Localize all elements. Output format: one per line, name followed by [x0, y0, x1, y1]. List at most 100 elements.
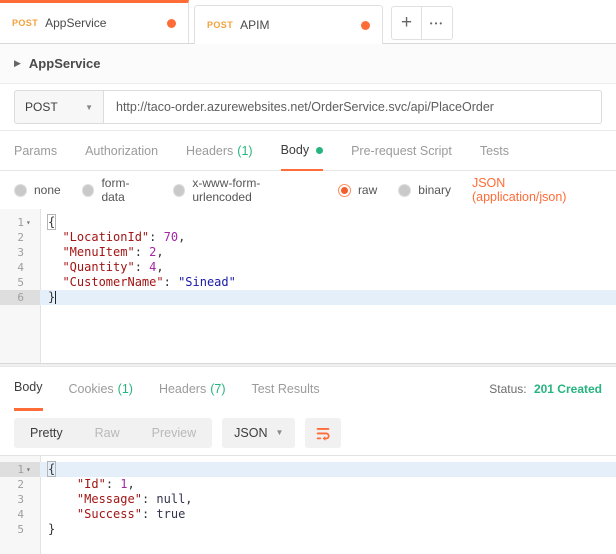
fold-toggle-icon[interactable]: ▾ [26, 215, 35, 230]
tab-params[interactable]: Params [14, 131, 57, 171]
collection-header[interactable]: ▶ AppService [0, 44, 616, 84]
method-select[interactable]: POST ▼ [14, 90, 104, 124]
code-token: null [156, 492, 186, 506]
radio-icon [172, 183, 186, 197]
request-body-editor[interactable]: 1▾{2▾ "LocationId": 70,3▾ "MenuItem": 2,… [0, 209, 616, 363]
code-text: } [40, 290, 616, 305]
code-token: "Success" [76, 507, 142, 521]
line-number: 2 [17, 478, 24, 491]
code-token: } [48, 522, 56, 536]
url-input[interactable] [104, 90, 602, 124]
response-status: Status: 201 Created [489, 382, 602, 396]
code-line: 3▾ "MenuItem": 2, [0, 245, 616, 260]
code-token: "Quantity" [62, 260, 135, 274]
code-token: : [134, 245, 150, 259]
unsaved-dot-icon [361, 20, 370, 30]
tab-method-label: POST [207, 20, 234, 30]
tab-options-icon[interactable]: ••• [422, 7, 452, 39]
tab-title: APIM [240, 18, 270, 32]
code-token: "Message" [76, 492, 142, 506]
tab-authorization[interactable]: Authorization [85, 131, 158, 171]
code-text: "MenuItem": 2, [40, 245, 616, 260]
tab-label: Authorization [85, 144, 159, 158]
tab-body[interactable]: Body [14, 367, 43, 411]
code-line: 1 ▾ { [0, 461, 616, 477]
radio-icon [81, 183, 95, 197]
body-mode-label: x-www-form-urlencoded [192, 176, 261, 204]
line-number: 5 [17, 523, 24, 536]
body-has-content-dot-icon [316, 146, 324, 154]
body-mode-label: binary [418, 183, 451, 197]
collapse-caret-icon[interactable]: ▶ [14, 58, 21, 69]
code-token: { [46, 461, 57, 477]
code-text: } [40, 522, 616, 537]
code-text: "CustomerName": "Sinead" [40, 275, 616, 290]
code-text: "Id": 1, [40, 477, 616, 492]
tab-headers[interactable]: Headers (1) [186, 131, 253, 171]
line-number: 5 [17, 276, 24, 289]
body-mode-binary[interactable]: binary [398, 183, 451, 197]
line-number: 4 [17, 261, 24, 274]
wrap-text-icon [317, 428, 330, 441]
code-token: "MenuItem" [62, 245, 135, 259]
tab-cookies[interactable]: Cookies (1) [69, 367, 133, 411]
tab-headers[interactable]: Headers (7) [159, 367, 226, 411]
tab-label: Tests [479, 144, 509, 158]
tab-count-badge: (7) [210, 381, 226, 396]
tab-pre-request-script[interactable]: Pre-request Script [351, 131, 452, 171]
view-mode-raw[interactable]: Raw [79, 418, 136, 448]
tab-label: Pre-request Script [351, 144, 452, 158]
response-header: Body Cookies (1) Headers (7) Test Results Sta… [0, 367, 616, 411]
code-token: , [185, 492, 193, 506]
text-cursor [55, 291, 57, 304]
view-mode-preview[interactable]: Preview [136, 418, 212, 448]
code-token: , [156, 260, 164, 274]
tab-label: Cookies [68, 381, 114, 396]
unsaved-dot-icon [167, 18, 176, 28]
line-gutter: 5▾ [0, 522, 40, 537]
code-token: : [141, 507, 157, 521]
body-mode-x-www-form-urlencoded[interactable]: x-www-form-urlencoded [172, 176, 317, 204]
line-gutter: 6▾ [0, 290, 40, 305]
view-mode-group: Pretty Raw Preview [14, 418, 213, 448]
response-body-viewer[interactable]: 1▾{2▾ "Id": 1,3▾ "Message": null,4▾ "Suc… [0, 456, 616, 554]
code-line: 2▾ "Id": 1, [0, 477, 616, 492]
line-number: 1 [17, 463, 24, 476]
line-number: 3 [17, 493, 24, 506]
tab-test-results[interactable]: Test Results [251, 367, 319, 411]
content-type-select[interactable]: JSON (application/json) [472, 176, 602, 204]
tab-title: AppService [45, 16, 107, 30]
request-url-row: POST ▼ [0, 84, 616, 131]
code-line: 1 ▾ { [0, 214, 616, 230]
code-text: "Success": true [40, 507, 616, 522]
tab-body[interactable]: Body [280, 131, 324, 171]
code-line: 4▾ "Quantity": 4, [0, 260, 616, 275]
line-gutter: 4▾ [0, 260, 40, 275]
tab-tests[interactable]: Tests [480, 131, 509, 171]
response-language-select[interactable]: JSON ▼ [222, 418, 296, 448]
code-token: : [105, 477, 121, 491]
body-mode-raw[interactable]: raw [337, 183, 377, 197]
tab-label: Test Results [251, 381, 320, 396]
code-token: true [156, 507, 186, 521]
request-tab-appservice[interactable]: POST AppService [0, 0, 189, 43]
line-gutter: 1 ▾ [0, 215, 40, 230]
line-gutter: 1 ▾ [0, 462, 40, 477]
status-value: 201 Created [533, 382, 602, 396]
chevron-down-icon: ▼ [275, 428, 284, 437]
code-token: , [178, 230, 186, 244]
wrap-text-button[interactable] [305, 418, 342, 448]
code-text: { [40, 214, 616, 230]
body-mode-form-data[interactable]: form-data [81, 176, 152, 204]
body-mode-none[interactable]: none [14, 183, 61, 197]
code-token: "CustomerName" [62, 275, 164, 289]
fold-toggle-icon[interactable]: ▾ [26, 462, 35, 477]
new-tab-button[interactable]: + [392, 7, 422, 39]
code-line: 6▾} [0, 290, 616, 305]
body-mode-row: none form-data x-www-form-urlencoded raw bin… [0, 171, 616, 209]
request-tab-apim[interactable]: POST APIM [194, 5, 383, 44]
view-mode-pretty[interactable]: Pretty [14, 418, 79, 448]
